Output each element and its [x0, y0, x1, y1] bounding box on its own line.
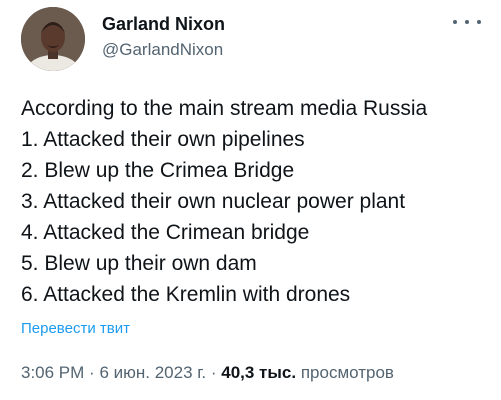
tweet-text: According to the main stream media Russi… — [21, 93, 491, 310]
views-count[interactable]: 40,3 тыс. — [221, 363, 296, 382]
more-horizontal-icon — [453, 20, 457, 24]
tweet-text-line: According to the main stream media Russi… — [21, 97, 428, 120]
author-handle[interactable]: @GarlandNixon — [102, 39, 225, 61]
translate-tweet-link[interactable]: Перевести твит — [21, 319, 130, 339]
tweet-date[interactable]: 6 июн. 2023 г. — [99, 363, 206, 382]
more-horizontal-icon — [477, 20, 481, 24]
views-label: просмотров — [300, 363, 394, 382]
author-display-name[interactable]: Garland Nixon — [102, 13, 225, 35]
tweet-text-line: 2. Blew up the Crimea Bridge — [21, 159, 295, 182]
tweet-text-line: 3. Attacked their own nuclear power plan… — [21, 190, 406, 213]
tweet-meta: 3:06 PM · 6 июн. 2023 г. · 40,3 тыс. про… — [21, 362, 394, 384]
avatar-photo — [21, 7, 85, 71]
more-options-button[interactable] — [453, 14, 481, 30]
tweet-text-line: 1. Attacked their own pipelines — [21, 128, 305, 151]
avatar[interactable] — [21, 7, 85, 71]
tweet-text-line: 6. Attacked the Kremlin with drones — [21, 283, 351, 306]
tweet-text-line: 5. Blew up their own dam — [21, 252, 257, 275]
tweet-time[interactable]: 3:06 PM — [21, 363, 84, 382]
tweet-text-line: 4. Attacked the Crimean bridge — [21, 221, 310, 244]
tweet: Garland Nixon @GarlandNixon According to… — [0, 0, 501, 400]
meta-separator: · — [210, 363, 217, 382]
meta-separator: · — [89, 363, 95, 382]
author-block: Garland Nixon @GarlandNixon — [102, 13, 225, 61]
more-horizontal-icon — [465, 20, 469, 24]
